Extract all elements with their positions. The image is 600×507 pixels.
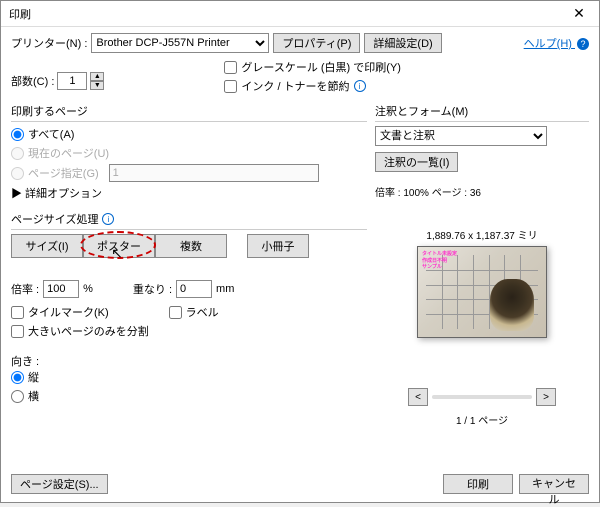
copies-down[interactable]: ▼	[90, 81, 104, 90]
annot-group-title: 注釈とフォーム(M)	[375, 103, 589, 122]
overlap-input[interactable]	[176, 280, 212, 298]
print-button[interactable]: 印刷	[443, 474, 513, 494]
overlap-label: 重なり :	[133, 281, 172, 297]
printer-select[interactable]: Brother DCP-J557N Printer	[91, 33, 269, 53]
poster-button[interactable]: ポスター ↖	[83, 234, 155, 258]
labels-checkbox[interactable]: ラベル	[169, 304, 219, 320]
grayscale-checkbox[interactable]	[224, 61, 237, 74]
orientation-portrait[interactable]: 縦	[11, 369, 367, 385]
preview-overlay-text: タイトル未設定作成日不明サンプル	[422, 251, 457, 271]
help-icon: ?	[577, 38, 589, 50]
multiple-button[interactable]: 複数	[155, 234, 227, 258]
pages-current[interactable]: 現在のページ(U)	[11, 145, 367, 161]
properties-button[interactable]: プロパティ(P)	[273, 33, 360, 53]
print-dialog: 印刷 ✕ プリンター(N) : Brother DCP-J557N Printe…	[0, 0, 600, 503]
zoom-label: 倍率 :	[11, 281, 39, 297]
preview-dimensions: 1,889.76 x 1,187.37 ミリ	[375, 227, 589, 242]
info-icon: i	[102, 213, 114, 225]
cancel-button[interactable]: キャンセル	[519, 474, 589, 494]
close-button[interactable]: ✕	[559, 1, 599, 27]
orientation-label: 向き :	[11, 353, 367, 369]
big-pages-only-checkbox[interactable]: 大きいページのみを分割	[11, 323, 367, 339]
help-link[interactable]: ヘルプ(H) ?	[524, 35, 589, 51]
size-button[interactable]: サイズ(I)	[11, 234, 83, 258]
info-icon: i	[354, 80, 366, 92]
pages-range-input	[109, 164, 319, 182]
pages-range[interactable]: ページ指定(G)	[11, 164, 367, 182]
booklet-button[interactable]: 小冊子	[247, 234, 309, 258]
preview-image	[490, 279, 534, 331]
zoom-input[interactable]	[43, 280, 79, 298]
copies-label: 部数(C) :	[11, 73, 54, 89]
page-indicator: 1 / 1 ページ	[375, 412, 589, 427]
zoom-info: 倍率 : 100% ページ : 36	[375, 184, 589, 199]
more-options-toggle[interactable]: ▶ 詳細オプション	[11, 185, 367, 201]
advanced-button[interactable]: 詳細設定(D)	[364, 33, 441, 53]
window-title: 印刷	[9, 6, 31, 22]
orientation-landscape[interactable]: 横	[11, 388, 367, 404]
annot-list-button[interactable]: 注釈の一覧(I)	[375, 152, 458, 172]
tile-marks-checkbox[interactable]: タイルマーク(K)	[11, 304, 109, 320]
sizing-group-title: ページサイズ処理 i	[11, 211, 367, 230]
printer-label: プリンター(N) :	[11, 35, 87, 51]
save-ink-checkbox[interactable]	[224, 80, 237, 93]
preview-pane: タイトル未設定作成日不明サンプル	[417, 246, 547, 338]
pages-group-title: 印刷するページ	[11, 103, 367, 122]
grayscale-checkbox-label[interactable]: グレースケール (白黒) で印刷(Y)	[224, 59, 401, 75]
titlebar: 印刷 ✕	[1, 1, 599, 27]
annot-select[interactable]: 文書と注釈	[375, 126, 547, 146]
page-setup-button[interactable]: ページ設定(S)...	[11, 474, 108, 494]
copies-input[interactable]	[57, 72, 87, 90]
save-ink-checkbox-label[interactable]: インク / トナーを節約i	[224, 78, 401, 94]
pages-all[interactable]: すべて(A)	[11, 126, 367, 142]
prev-page-button[interactable]: <	[408, 388, 428, 406]
page-slider[interactable]	[432, 395, 532, 399]
next-page-button[interactable]: >	[536, 388, 556, 406]
copies-up[interactable]: ▲	[90, 72, 104, 81]
